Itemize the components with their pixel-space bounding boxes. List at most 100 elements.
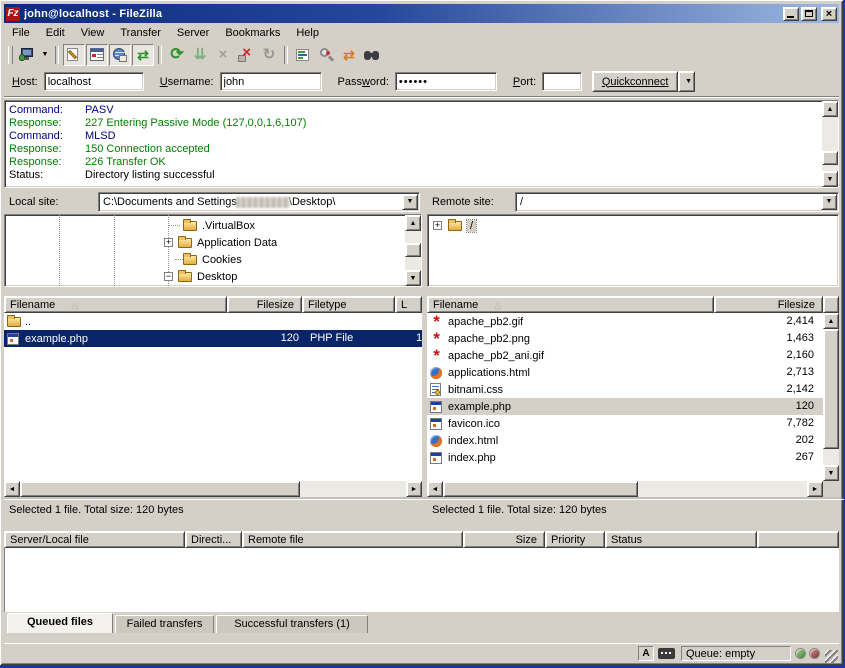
password-label-head: Pass	[338, 76, 362, 88]
toggle-message-log-button[interactable]	[63, 44, 85, 66]
local-tree-scrollbar[interactable]: ▲ ▼	[405, 215, 421, 286]
local-col-filesize[interactable]: Filesize	[227, 296, 302, 313]
remote-row[interactable]: index.php 267	[427, 449, 823, 466]
scroll-thumb[interactable]	[823, 329, 839, 449]
scroll-down-button[interactable]: ▼	[405, 270, 421, 286]
find-button[interactable]	[361, 44, 383, 66]
password-input[interactable]	[395, 72, 497, 91]
menu-help[interactable]: Help	[288, 25, 327, 41]
remote-vscrollbar[interactable]: ▲ ▼	[823, 313, 839, 481]
remote-row[interactable]: favicon.ico 7,782	[427, 415, 823, 432]
synchronized-browsing-button[interactable]: ⇄	[338, 44, 360, 66]
remote-row[interactable]: * apache_pb2_ani.gif 2,160	[427, 347, 823, 364]
remote-row[interactable]: * apache_pb2.png 1,463	[427, 330, 823, 347]
remote-row[interactable]: bitnami.css 2,142	[427, 381, 823, 398]
tree-expander-minus[interactable]: −	[164, 272, 173, 281]
data-type-indicator-icon[interactable]: A	[638, 646, 654, 661]
scroll-left-button[interactable]: ◄	[4, 481, 20, 497]
scroll-thumb[interactable]	[443, 481, 638, 497]
remote-site-combo[interactable]: / ▼	[515, 192, 839, 212]
scroll-up-button[interactable]: ▲	[822, 101, 838, 117]
log-scrollbar[interactable]: ▲ ▼	[822, 101, 838, 187]
queue-col-remote-file[interactable]: Remote file	[242, 531, 463, 548]
queue-col-size[interactable]: Size	[463, 531, 545, 548]
local-col-lastmodified[interactable]: L	[395, 296, 422, 313]
title-bar[interactable]: Fz john@localhost - FileZilla ×	[4, 4, 839, 23]
menu-bookmarks[interactable]: Bookmarks	[217, 25, 288, 41]
tree-guide	[175, 259, 183, 260]
remote-row[interactable]: * apache_pb2.gif 2,414	[427, 313, 823, 330]
menu-file[interactable]: File	[4, 25, 38, 41]
port-input[interactable]	[542, 72, 582, 91]
toolbar-grip[interactable]	[8, 46, 13, 64]
menu-server[interactable]: Server	[169, 25, 217, 41]
menu-transfer[interactable]: Transfer	[112, 25, 169, 41]
scroll-thumb[interactable]	[822, 151, 838, 165]
tree-item-desktop[interactable]: − Desktop	[164, 268, 237, 285]
tab-failed-transfers[interactable]: Failed transfers	[115, 615, 214, 633]
tree-item-virtualbox[interactable]: .VirtualBox	[183, 217, 255, 234]
remote-col-filename[interactable]: Filename△	[427, 296, 714, 313]
tree-item-cookies[interactable]: Cookies	[183, 251, 242, 268]
toolbar: ▼ ⇄ ⟳ ⇊ ×	[4, 42, 839, 67]
scroll-thumb[interactable]	[20, 481, 300, 497]
local-row-example-php[interactable]: example.php 120 PHP File 1	[4, 330, 422, 347]
remote-row[interactable]: applications.html 2,713	[427, 364, 823, 381]
remote-row-example-php[interactable]: example.php 120	[427, 398, 823, 415]
local-site-combo[interactable]: C:\Documents and Settings\Desktop\ ▼	[98, 192, 420, 212]
cancel-icon: ×	[219, 47, 228, 62]
queue-col-priority[interactable]: Priority	[545, 531, 605, 548]
scroll-up-button[interactable]: ▲	[405, 215, 421, 231]
resize-grip[interactable]	[825, 650, 838, 663]
scroll-down-button[interactable]: ▼	[823, 465, 839, 481]
maximize-button[interactable]	[801, 7, 817, 21]
remote-row[interactable]: index.html 202	[427, 432, 823, 449]
toolbar-separator	[158, 46, 162, 64]
menu-view[interactable]: View	[73, 25, 113, 41]
tab-queued-files[interactable]: Queued files	[7, 613, 113, 633]
filter-button[interactable]	[292, 44, 314, 66]
local-row-parent-dir[interactable]: ..	[4, 313, 422, 330]
toggle-transfer-queue-button[interactable]: ⇄	[132, 44, 154, 66]
scroll-up-button[interactable]: ▲	[823, 313, 839, 329]
close-button[interactable]: ×	[821, 7, 837, 21]
host-input[interactable]	[44, 72, 144, 91]
remote-site-dropdown[interactable]: ▼	[821, 194, 837, 210]
minimize-button[interactable]	[783, 7, 799, 21]
process-queue-button[interactable]: ⇊	[189, 44, 211, 66]
tab-successful-transfers[interactable]: Successful transfers (1)	[216, 615, 368, 633]
reconnect-button[interactable]: ↻	[258, 44, 280, 66]
compare-button[interactable]	[315, 44, 337, 66]
quickconnect-button[interactable]: Quickconnect	[592, 71, 678, 92]
queue-col-status[interactable]: Status	[605, 531, 757, 548]
remote-hscrollbar[interactable]: ◄ ►	[427, 481, 823, 497]
local-hscrollbar[interactable]: ◄ ►	[4, 481, 422, 497]
file-name: example.php	[448, 401, 511, 413]
site-manager-dropdown[interactable]: ▼	[39, 44, 51, 66]
disconnect-button[interactable]: ×	[235, 44, 257, 66]
queue-col-direction[interactable]: Directi...	[185, 531, 242, 548]
scroll-left-button[interactable]: ◄	[427, 481, 443, 497]
quickconnect-dropdown[interactable]: ▼	[678, 71, 695, 92]
remote-col-filesize[interactable]: Filesize	[714, 296, 823, 313]
cancel-button[interactable]: ×	[212, 44, 234, 66]
scroll-thumb[interactable]	[405, 243, 421, 257]
refresh-button[interactable]: ⟳	[166, 44, 188, 66]
tree-expander-plus[interactable]: +	[164, 238, 173, 247]
queue-col-server-local-file[interactable]: Server/Local file	[4, 531, 185, 548]
speed-limits-icon[interactable]	[658, 648, 675, 659]
site-manager-button[interactable]	[16, 44, 38, 66]
local-col-filename[interactable]: Filename△	[4, 296, 227, 313]
scroll-right-button[interactable]: ►	[807, 481, 823, 497]
scroll-down-button[interactable]: ▼	[822, 171, 838, 187]
toggle-local-tree-button[interactable]	[86, 44, 108, 66]
scroll-right-button[interactable]: ►	[406, 481, 422, 497]
tree-expander-plus[interactable]: +	[433, 221, 442, 230]
local-col-filetype[interactable]: Filetype	[302, 296, 395, 313]
tree-item-application-data[interactable]: + Application Data	[164, 234, 277, 251]
menu-edit[interactable]: Edit	[38, 25, 73, 41]
tree-item-root[interactable]: + /	[433, 217, 476, 234]
toggle-remote-tree-button[interactable]	[109, 44, 131, 66]
local-site-dropdown[interactable]: ▼	[402, 194, 418, 210]
username-input[interactable]	[220, 72, 322, 91]
